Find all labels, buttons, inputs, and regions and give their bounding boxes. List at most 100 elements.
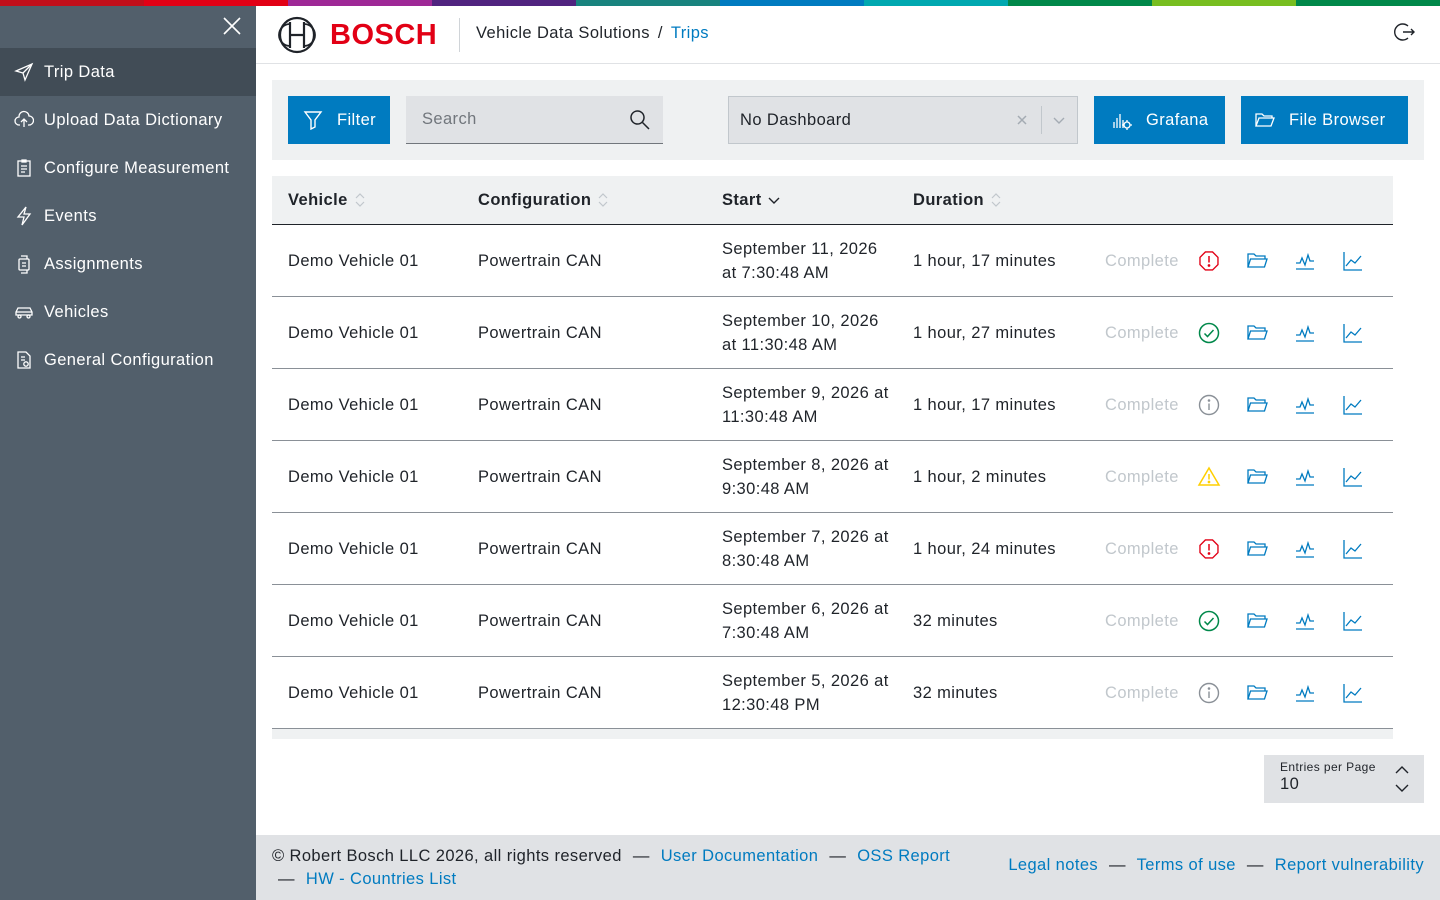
sidebar-item-assignments[interactable]: Assignments bbox=[0, 240, 256, 288]
signal-plot-icon[interactable] bbox=[1293, 609, 1317, 633]
footer-separator: — bbox=[632, 847, 650, 865]
start-time: 9:30:48 AM bbox=[722, 479, 810, 498]
complete-button[interactable]: Complete bbox=[1105, 657, 1179, 728]
complete-button[interactable]: Complete bbox=[1105, 369, 1179, 440]
brand-color-segment bbox=[720, 0, 864, 6]
complete-button[interactable]: Complete bbox=[1105, 297, 1179, 368]
entries-per-page-select[interactable]: Entries per Page 10 bbox=[1264, 755, 1424, 803]
bosch-logo[interactable]: BOSCH bbox=[278, 16, 437, 54]
sidebar-item-upload-data-dictionary[interactable]: Upload Data Dictionary bbox=[0, 96, 256, 144]
folder-open-icon[interactable] bbox=[1245, 609, 1269, 633]
line-chart-icon[interactable] bbox=[1341, 393, 1365, 417]
sidebar-item-vehicles[interactable]: Vehicles bbox=[0, 288, 256, 336]
signal-plot-icon[interactable] bbox=[1293, 321, 1317, 345]
file-browser-button[interactable]: File Browser bbox=[1241, 96, 1408, 144]
cell-duration: 32 minutes bbox=[913, 611, 998, 630]
sidebar-item-label: Events bbox=[44, 206, 97, 225]
table-row[interactable]: Demo Vehicle 01 Powertrain CAN September 5… bbox=[272, 657, 1393, 729]
terms-of-use-link[interactable]: Terms of use bbox=[1137, 856, 1236, 874]
dashboard-select[interactable]: No Dashboard bbox=[728, 96, 1078, 144]
start-time: 7:30:48 AM bbox=[722, 623, 810, 642]
info-icon[interactable] bbox=[1197, 681, 1221, 705]
report-vulnerability-link[interactable]: Report vulnerability bbox=[1275, 856, 1424, 874]
sidebar-item-trip-data[interactable]: Trip Data bbox=[0, 48, 256, 96]
column-header-start[interactable]: Start bbox=[722, 176, 780, 224]
header-divider bbox=[459, 18, 460, 52]
cell-vehicle: Demo Vehicle 01 bbox=[288, 323, 419, 342]
error-icon[interactable] bbox=[1197, 249, 1221, 273]
start-time: 11:30:48 AM bbox=[722, 407, 818, 426]
chevron-down-icon[interactable] bbox=[1049, 110, 1069, 130]
filter-label: Filter bbox=[337, 110, 377, 129]
sidebar-item-general-configuration[interactable]: General Configuration bbox=[0, 336, 256, 384]
complete-button[interactable]: Complete bbox=[1105, 585, 1179, 656]
line-chart-icon[interactable] bbox=[1341, 249, 1365, 273]
cell-vehicle: Demo Vehicle 01 bbox=[288, 539, 419, 558]
signal-plot-icon[interactable] bbox=[1293, 537, 1317, 561]
chevron-up-down-icon[interactable] bbox=[1394, 765, 1410, 793]
clear-icon[interactable] bbox=[1012, 110, 1032, 130]
table-row[interactable]: Demo Vehicle 01 Powertrain CAN September 1… bbox=[272, 225, 1393, 297]
table-row[interactable]: Demo Vehicle 01 Powertrain CAN September 9… bbox=[272, 369, 1393, 441]
oss-report-link[interactable]: OSS Report bbox=[857, 847, 950, 865]
folder-open-icon[interactable] bbox=[1245, 537, 1269, 561]
select-divider bbox=[1041, 106, 1042, 134]
search-icon[interactable] bbox=[629, 109, 651, 131]
paper-plane-icon bbox=[14, 62, 34, 82]
search-input[interactable] bbox=[422, 110, 622, 129]
signal-plot-icon[interactable] bbox=[1293, 465, 1317, 489]
signal-plot-icon[interactable] bbox=[1293, 393, 1317, 417]
table-row[interactable]: Demo Vehicle 01 Powertrain CAN September 7… bbox=[272, 513, 1393, 585]
warning-icon[interactable] bbox=[1197, 465, 1221, 489]
cell-start: September 8, 2026 at 9:30:48 AM bbox=[722, 441, 902, 512]
user-documentation-link[interactable]: User Documentation bbox=[661, 847, 819, 865]
footer-separator: — bbox=[1109, 856, 1126, 874]
filter-button[interactable]: Filter bbox=[288, 96, 390, 144]
complete-button[interactable]: Complete bbox=[1105, 513, 1179, 584]
legal-notes-link[interactable]: Legal notes bbox=[1008, 856, 1098, 874]
cell-start: September 11, 2026 at 7:30:48 AM bbox=[722, 225, 902, 296]
start-time: 8:30:48 AM bbox=[722, 551, 810, 570]
logout-icon[interactable] bbox=[1394, 21, 1416, 43]
error-icon[interactable] bbox=[1197, 537, 1221, 561]
folder-open-icon[interactable] bbox=[1245, 321, 1269, 345]
success-icon[interactable] bbox=[1197, 609, 1221, 633]
table-row[interactable]: Demo Vehicle 01 Powertrain CAN September 6… bbox=[272, 585, 1393, 657]
start-time: at 11:30:48 AM bbox=[722, 335, 838, 354]
grafana-button[interactable]: Grafana bbox=[1094, 96, 1225, 144]
cell-configuration: Powertrain CAN bbox=[478, 683, 602, 702]
cell-start: September 7, 2026 at 8:30:48 AM bbox=[722, 513, 902, 584]
car-icon bbox=[14, 302, 34, 322]
column-header-duration[interactable]: Duration bbox=[913, 176, 1002, 224]
complete-button[interactable]: Complete bbox=[1105, 225, 1179, 296]
close-icon[interactable] bbox=[220, 14, 244, 38]
table-row[interactable]: Demo Vehicle 01 Powertrain CAN September 8… bbox=[272, 441, 1393, 513]
sidebar-item-events[interactable]: Events bbox=[0, 192, 256, 240]
column-header-configuration[interactable]: Configuration bbox=[478, 176, 609, 224]
start-date: September 6, 2026 at bbox=[722, 599, 889, 618]
table-row[interactable]: Demo Vehicle 01 Powertrain CAN September 1… bbox=[272, 297, 1393, 369]
folder-open-icon[interactable] bbox=[1245, 393, 1269, 417]
sidebar-item-configure-measurement[interactable]: Configure Measurement bbox=[0, 144, 256, 192]
info-icon[interactable] bbox=[1197, 393, 1221, 417]
sort-icon bbox=[991, 193, 1001, 207]
signal-plot-icon[interactable] bbox=[1293, 249, 1317, 273]
folder-open-icon[interactable] bbox=[1245, 465, 1269, 489]
line-chart-icon[interactable] bbox=[1341, 537, 1365, 561]
search-field[interactable] bbox=[406, 96, 663, 144]
line-chart-icon[interactable] bbox=[1341, 465, 1365, 489]
line-chart-icon[interactable] bbox=[1341, 609, 1365, 633]
folder-open-icon[interactable] bbox=[1245, 249, 1269, 273]
cell-vehicle: Demo Vehicle 01 bbox=[288, 395, 419, 414]
line-chart-icon[interactable] bbox=[1341, 321, 1365, 345]
hw-countries-list-link[interactable]: HW - Countries List bbox=[306, 870, 457, 888]
success-icon[interactable] bbox=[1197, 321, 1221, 345]
folder-open-icon[interactable] bbox=[1245, 681, 1269, 705]
column-header-vehicle[interactable]: Vehicle bbox=[288, 176, 366, 224]
line-chart-icon[interactable] bbox=[1341, 681, 1365, 705]
breadcrumb-app[interactable]: Vehicle Data Solutions bbox=[476, 24, 650, 43]
signal-plot-icon[interactable] bbox=[1293, 681, 1317, 705]
breadcrumb-current[interactable]: Trips bbox=[671, 24, 709, 43]
complete-button[interactable]: Complete bbox=[1105, 441, 1179, 512]
app-header: BOSCH Vehicle Data Solutions / Trips bbox=[256, 6, 1440, 64]
